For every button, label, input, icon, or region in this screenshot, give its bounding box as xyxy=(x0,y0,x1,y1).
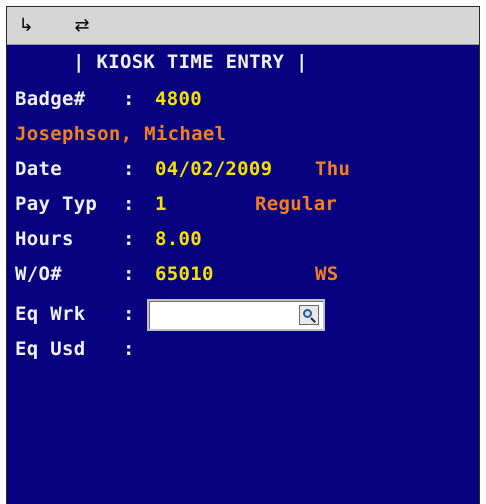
employee-name: Josephson, Michael xyxy=(15,123,227,145)
toolbar: ↳ ⇄ xyxy=(7,7,479,45)
hours-separator: : xyxy=(123,228,135,250)
work-order-separator: : xyxy=(123,263,135,285)
eq-worked-label: Eq Wrk xyxy=(15,303,86,325)
magnifier-handle xyxy=(310,317,316,323)
eq-used-separator: : xyxy=(123,338,135,360)
work-order-code: WS xyxy=(315,263,339,285)
badge-label: Badge# xyxy=(15,88,86,110)
hours-label: Hours xyxy=(15,228,74,250)
pay-type-label: Pay Typ xyxy=(15,193,98,215)
pay-type-separator: : xyxy=(123,193,135,215)
eq-used-label: Eq Usd xyxy=(15,338,86,360)
hours-value: 8.00 xyxy=(155,228,202,250)
date-row: Date : 04/02/2009 Thu xyxy=(15,156,350,182)
pay-type-description: Regular xyxy=(255,193,338,215)
date-value: 04/02/2009 xyxy=(155,158,273,180)
eq-worked-separator: : xyxy=(123,303,135,325)
date-weekday: Thu xyxy=(315,158,351,180)
eq-worked-input[interactable] xyxy=(147,299,325,331)
badge-value: 4800 xyxy=(155,88,202,110)
lookup-button[interactable] xyxy=(299,305,319,325)
date-separator: : xyxy=(123,158,135,180)
work-order-label: W/O# xyxy=(15,263,62,285)
screen-title: | KIOSK TIME ENTRY | xyxy=(73,51,308,73)
work-order-row: W/O# : 65010 WS xyxy=(15,261,338,287)
date-label: Date xyxy=(15,158,62,180)
pay-type-code: 1 xyxy=(155,193,167,215)
kiosk-window: ↳ ⇄ | KIOSK TIME ENTRY | Badge# : 4800 J… xyxy=(6,6,480,504)
work-order-value: 65010 xyxy=(155,263,214,285)
swap-arrows-icon[interactable]: ⇄ xyxy=(71,16,93,36)
hours-row: Hours : 8.00 xyxy=(15,226,202,252)
eq-worked-row: Eq Wrk : xyxy=(15,301,134,327)
return-arrow-icon[interactable]: ↳ xyxy=(15,16,37,36)
eq-used-row: Eq Usd : xyxy=(15,336,134,362)
pay-type-row: Pay Typ : 1 Regular xyxy=(15,191,337,217)
badge-separator: : xyxy=(123,88,135,110)
terminal-screen: | KIOSK TIME ENTRY | Badge# : 4800 Josep… xyxy=(7,45,479,504)
badge-row: Badge# : 4800 xyxy=(15,86,202,112)
